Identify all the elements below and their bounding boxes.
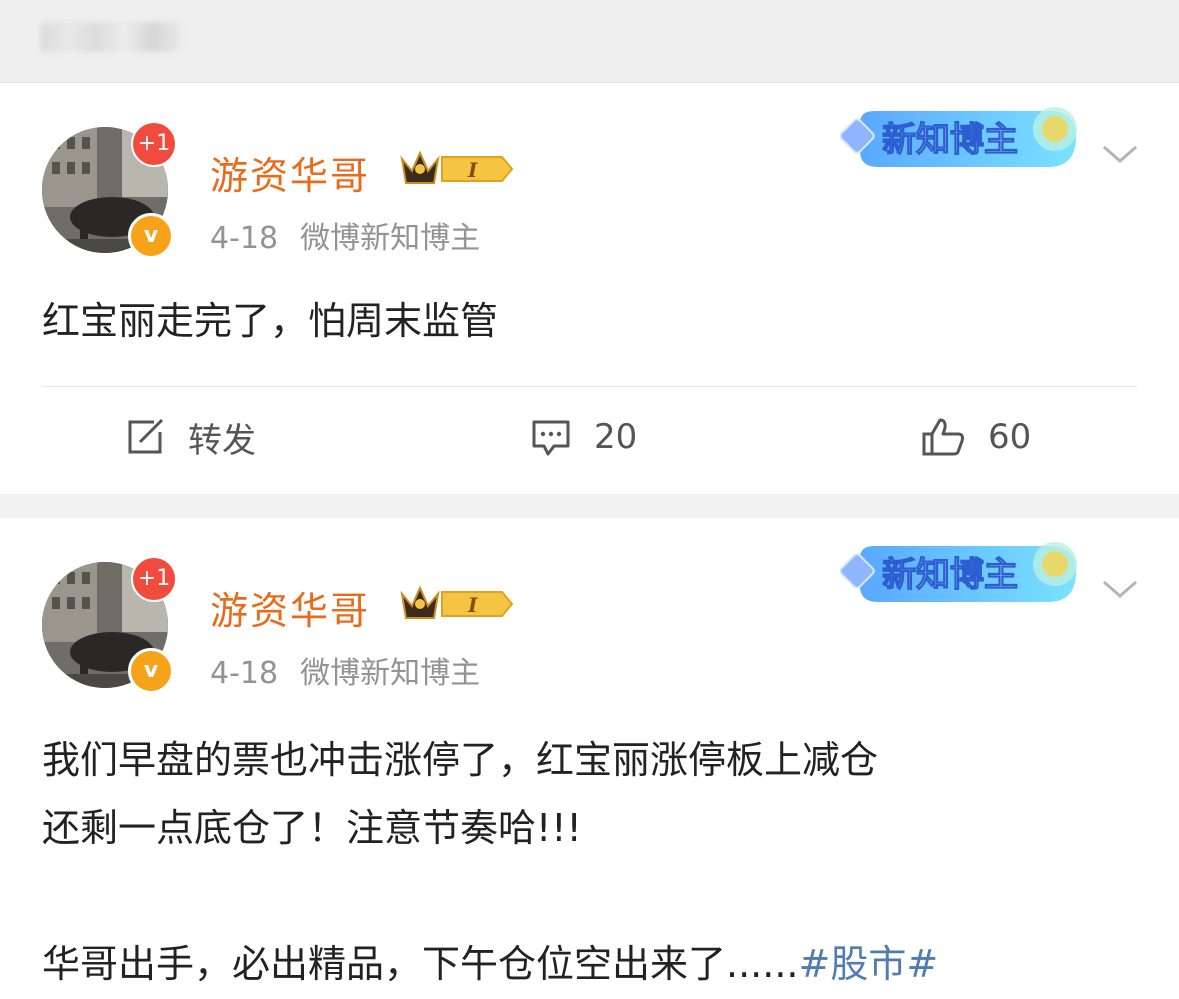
post-text: 我们早盘的票也冲击涨停了，红宝丽涨停板上减仓 还剩一点底仓了！注意节奏哈!!! … xyxy=(42,726,1152,998)
notification-badge: +1 xyxy=(131,556,177,602)
repost-label: 转发 xyxy=(188,420,256,461)
notification-badge: +1 xyxy=(131,121,177,167)
post-source: 微博新知博主 xyxy=(300,221,481,256)
post-text-line xyxy=(42,862,1152,930)
repost-button[interactable]: 转发 xyxy=(124,417,256,461)
post-meta: 4-18 微博新知博主 xyxy=(210,648,502,692)
comment-button[interactable]: 20 xyxy=(530,417,637,457)
member-crown-icon: I xyxy=(400,585,514,619)
verified-badge: v xyxy=(128,213,174,259)
post-text-line: 华哥出手，必出精品，下午仓位空出来了......#股市# xyxy=(42,930,1152,998)
level-label: I xyxy=(467,593,478,617)
post-text: 红宝丽走完了，怕周末监管 xyxy=(42,287,498,355)
chevron-down-icon[interactable] xyxy=(1100,139,1140,169)
hashtag-link[interactable]: #股市# xyxy=(798,942,938,986)
like-icon xyxy=(922,418,964,456)
xinzhi-badge-label: 新知博主 xyxy=(882,555,1018,595)
top-bar xyxy=(0,0,1179,83)
divider xyxy=(42,386,1137,387)
like-button[interactable]: 60 xyxy=(920,417,1031,457)
repost-icon xyxy=(128,418,164,454)
xinzhi-blogger-badge[interactable]: 新知博主 xyxy=(840,93,1090,185)
post-card[interactable]: +1 v 游资华哥 I 4-18 微博新知博主 新知博主 我们早盘的票也冲击涨停了… xyxy=(0,518,1179,999)
post-text-line: 还剩一点底仓了！注意节奏哈!!! xyxy=(42,806,582,850)
post-date: 4-18 xyxy=(210,656,279,691)
verified-badge: v xyxy=(128,648,174,694)
post-card[interactable]: +1 v 游资华哥 I 4-18 微博新知博主 新知博主 红宝丽走完了，怕周末监管 xyxy=(0,83,1179,494)
post-text-line: 我们早盘的票也冲击涨停了，红宝丽涨停板上减仓 xyxy=(42,738,879,782)
post-source: 微博新知博主 xyxy=(300,656,481,691)
level-label: I xyxy=(467,158,478,182)
post-date: 4-18 xyxy=(210,221,279,256)
author-name[interactable]: 游资华哥 xyxy=(210,580,370,635)
comment-icon xyxy=(532,420,570,456)
post-meta: 4-18 微博新知博主 xyxy=(210,213,502,257)
xinzhi-blogger-badge[interactable]: 新知博主 xyxy=(840,528,1090,620)
comment-count: 20 xyxy=(594,417,638,457)
post-text-line: 红宝丽走完了，怕周末监管 xyxy=(42,299,499,343)
author-name[interactable]: 游资华哥 xyxy=(210,145,370,200)
like-count: 60 xyxy=(988,417,1032,457)
xinzhi-badge-label: 新知博主 xyxy=(882,120,1018,160)
post-text-segment: 华哥出手，必出精品，下午仓位空出来了...... xyxy=(42,942,799,986)
chevron-down-icon[interactable] xyxy=(1100,574,1140,604)
blurred-header xyxy=(40,22,180,52)
member-crown-icon: I xyxy=(400,150,514,184)
